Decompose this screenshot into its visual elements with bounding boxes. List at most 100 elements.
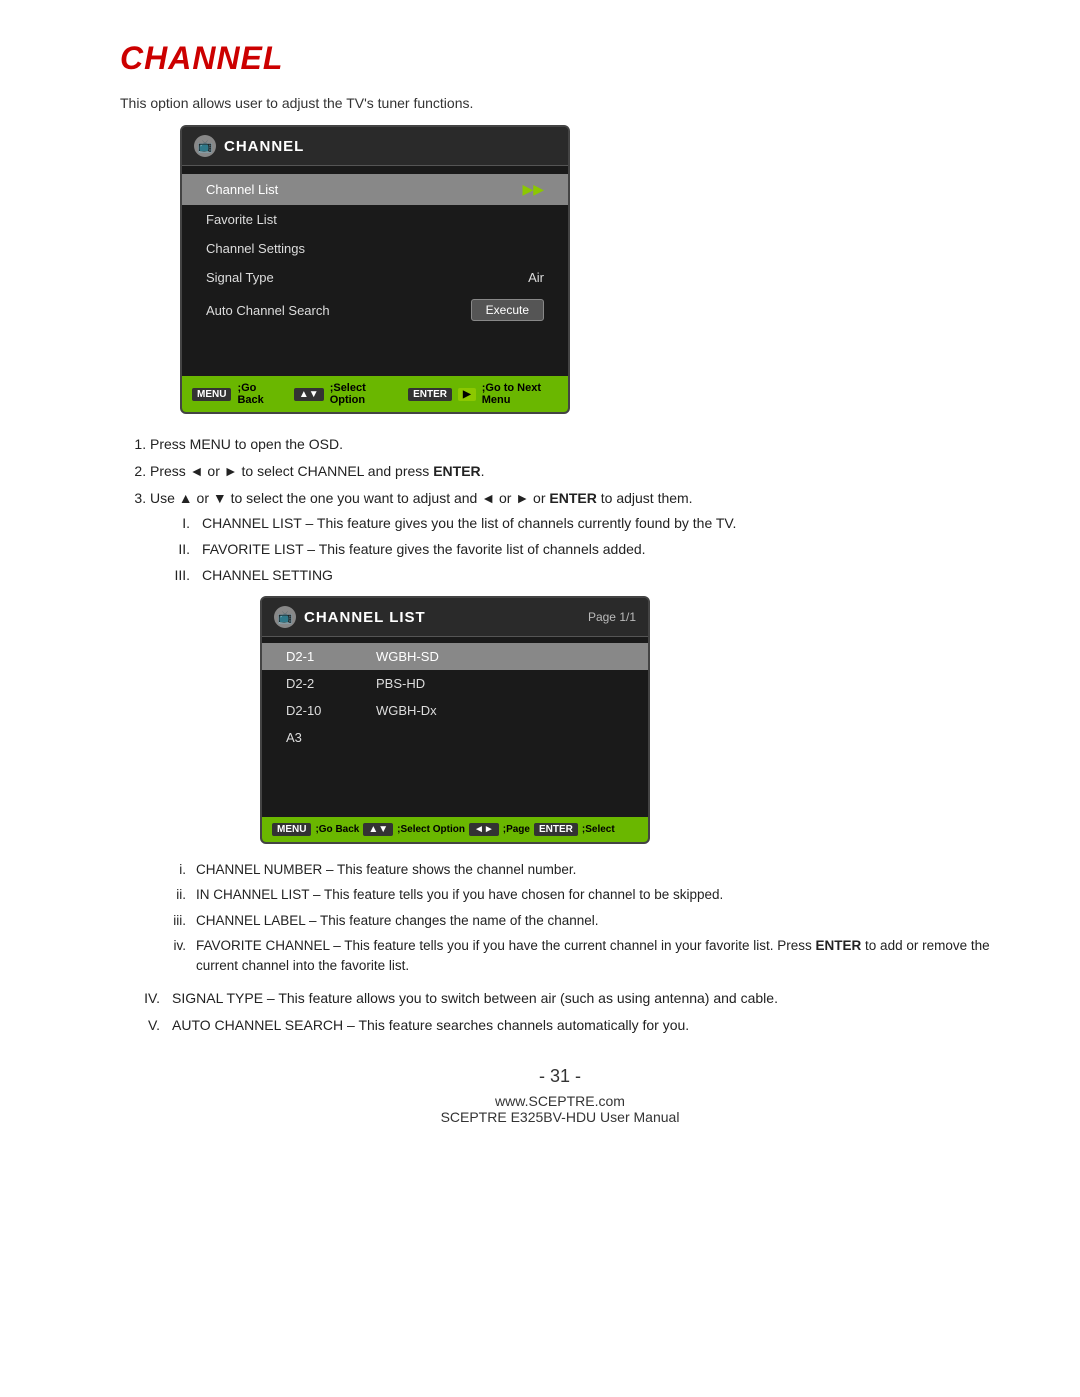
osd-item-auto-channel-search[interactable]: Auto Channel Search Execute (182, 292, 568, 328)
step-3: Use ▲ or ▼ to select the one you want to… (150, 488, 1000, 586)
alpha-label-i: i. (160, 860, 186, 880)
roman-text-I: CHANNEL LIST – This feature gives you th… (202, 513, 736, 534)
channel-name: PBS-HD (376, 676, 624, 691)
channel-item-D2-2[interactable]: D2-2 PBS-HD (262, 670, 648, 697)
footer-page-text: ;Page (503, 824, 530, 835)
alpha-label-iii: iii. (160, 911, 186, 931)
osd-item-arrow: ▶▶ (522, 181, 544, 198)
menu-button-label: MENU (192, 388, 231, 401)
step-1-text: Press MENU to open the OSD. (150, 436, 343, 452)
next-icon: ▶ (458, 388, 476, 401)
osd-item-label: Channel List (206, 182, 278, 197)
osd-item-favorite-list[interactable]: Favorite List (182, 205, 568, 234)
page-footer: - 31 - www.SCEPTRE.com SCEPTRE E325BV-HD… (120, 1066, 1000, 1125)
osd-item-label: Favorite List (206, 212, 277, 227)
osd-channel-list-box: 📺 CHANNEL LIST Page 1/1 D2-1 WGBH-SD D2-… (260, 596, 650, 844)
website: www.SCEPTRE.com (120, 1093, 1000, 1109)
step-1: Press MENU to open the OSD. (150, 434, 1000, 455)
channel-num: D2-2 (286, 676, 336, 691)
osd-item-label: Channel Settings (206, 241, 305, 256)
roman-item-IV: IV. SIGNAL TYPE – This feature allows yo… (130, 988, 1000, 1009)
roman-iv-v-list: IV. SIGNAL TYPE – This feature allows yo… (130, 988, 1000, 1036)
step-2-bold: ENTER (433, 463, 480, 479)
roman-item-II: II. FAVORITE LIST – This feature gives t… (160, 539, 1000, 560)
step-3-post: to adjust them. (597, 490, 693, 506)
osd-item-signal-type[interactable]: Signal Type Air (182, 263, 568, 292)
channel-name: WGBH-SD (376, 649, 624, 664)
osd-channel-list-header: 📺 CHANNEL LIST Page 1/1 (262, 598, 648, 637)
osd-item-channel-list[interactable]: Channel List ▶▶ (182, 174, 568, 205)
footer-select-text: ;Select Option (330, 382, 392, 406)
roman-text-V: AUTO CHANNEL SEARCH – This feature searc… (172, 1015, 689, 1036)
osd-channel-list-icon: 📺 (274, 606, 296, 628)
footer-back-text: ;Go Back (237, 382, 277, 406)
execute-button[interactable]: Execute (471, 299, 544, 321)
osd-channel-list-footer: MENU ;Go Back ▲▼ ;Select Option ◄► ;Page… (262, 817, 648, 842)
step-2: Press ◄ or ► to select CHANNEL and press… (150, 461, 1000, 482)
intro-text: This option allows user to adjust the TV… (120, 95, 1000, 111)
alpha-item-ii: ii. IN CHANNEL LIST – This feature tells… (160, 885, 1000, 905)
osd-menu-items: Channel List ▶▶ Favorite List Channel Se… (182, 166, 568, 376)
alpha-item-i: i. CHANNEL NUMBER – This feature shows t… (160, 860, 1000, 880)
osd-channel-box: 📺 CHANNEL Channel List ▶▶ Favorite List … (180, 125, 570, 414)
product-name: SCEPTRE E325BV-HDU User Manual (120, 1109, 1000, 1125)
osd-channel-title: CHANNEL (224, 138, 304, 155)
roman-text-II: FAVORITE LIST – This feature gives the f… (202, 539, 646, 560)
roman-text-III: CHANNEL SETTING (202, 565, 333, 586)
nav-icon: ▲▼ (294, 388, 324, 401)
osd-header2-left: 📺 CHANNEL LIST (274, 606, 426, 628)
alpha-text-i: CHANNEL NUMBER – This feature shows the … (196, 860, 576, 880)
osd-channel-header: 📺 CHANNEL (182, 127, 568, 166)
enter-label: ENTER (408, 388, 452, 401)
step-3-pre: Use ▲ or ▼ to select the one you want to… (150, 490, 549, 506)
step-2-pre: Press ◄ or ► to select CHANNEL and press (150, 463, 433, 479)
roman-numeral-V: V. (130, 1015, 160, 1036)
main-steps-list: Press MENU to open the OSD. Press ◄ or ►… (150, 434, 1000, 586)
alpha-text-iii: CHANNEL LABEL – This feature changes the… (196, 911, 599, 931)
alpha-item-iii: iii. CHANNEL LABEL – This feature change… (160, 911, 1000, 931)
footer-select-label: ;Select (582, 824, 615, 835)
page-title: CHANNEL (120, 40, 1000, 77)
footer-select: ;Select Option (397, 824, 465, 835)
channel-item-D2-1[interactable]: D2-1 WGBH-SD (262, 643, 648, 670)
alpha-label-ii: ii. (160, 885, 186, 905)
channel-num: D2-1 (286, 649, 336, 664)
roman-numeral-I: I. (160, 513, 190, 534)
osd-channel-footer: MENU ;Go Back ▲▼ ;Select Option ENTER ▶ … (182, 376, 568, 412)
osd-item-value: Air (528, 270, 544, 285)
channel-num: A3 (286, 730, 336, 745)
footer-page-icon: ◄► (469, 823, 499, 836)
channel-list-items: D2-1 WGBH-SD D2-2 PBS-HD D2-10 WGBH-Dx A… (262, 637, 648, 817)
roman-item-III: III. CHANNEL SETTING (160, 565, 1000, 586)
osd-channel-list-title: CHANNEL LIST (304, 609, 426, 626)
alpha-sublist: i. CHANNEL NUMBER – This feature shows t… (160, 860, 1000, 976)
roman-numeral-III: III. (160, 565, 190, 586)
channel-name: WGBH-Dx (376, 703, 624, 718)
page-number: - 31 - (120, 1066, 1000, 1087)
channel-item-A3[interactable]: A3 (262, 724, 648, 751)
channel-num: D2-10 (286, 703, 336, 718)
footer-next-text: ;Go to Next Menu (482, 382, 558, 406)
roman-numeral-II: II. (160, 539, 190, 560)
footer-enter: ENTER (534, 823, 578, 836)
footer-back: ;Go Back (315, 824, 359, 835)
osd-item-label: Auto Channel Search (206, 303, 330, 318)
alpha-text-ii: IN CHANNEL LIST – This feature tells you… (196, 885, 723, 905)
osd-channel-icon: 📺 (194, 135, 216, 157)
alpha-item-iv: iv. FAVORITE CHANNEL – This feature tell… (160, 936, 1000, 977)
roman-sublist: I. CHANNEL LIST – This feature gives you… (160, 513, 1000, 586)
osd-item-channel-settings[interactable]: Channel Settings (182, 234, 568, 263)
footer-menu-btn: MENU (272, 823, 311, 836)
channel-item-D2-10[interactable]: D2-10 WGBH-Dx (262, 697, 648, 724)
alpha-label-iv: iv. (160, 936, 186, 977)
roman-item-I: I. CHANNEL LIST – This feature gives you… (160, 513, 1000, 534)
osd-item-label: Signal Type (206, 270, 274, 285)
step-3-bold: ENTER (549, 490, 596, 506)
osd-page-label: Page 1/1 (588, 610, 636, 624)
roman-text-IV: SIGNAL TYPE – This feature allows you to… (172, 988, 778, 1009)
alpha-text-iv: FAVORITE CHANNEL – This feature tells yo… (196, 936, 1000, 977)
roman-numeral-IV: IV. (130, 988, 160, 1009)
footer-nav: ▲▼ (363, 823, 393, 836)
step-2-post: . (481, 463, 485, 479)
roman-item-V: V. AUTO CHANNEL SEARCH – This feature se… (130, 1015, 1000, 1036)
